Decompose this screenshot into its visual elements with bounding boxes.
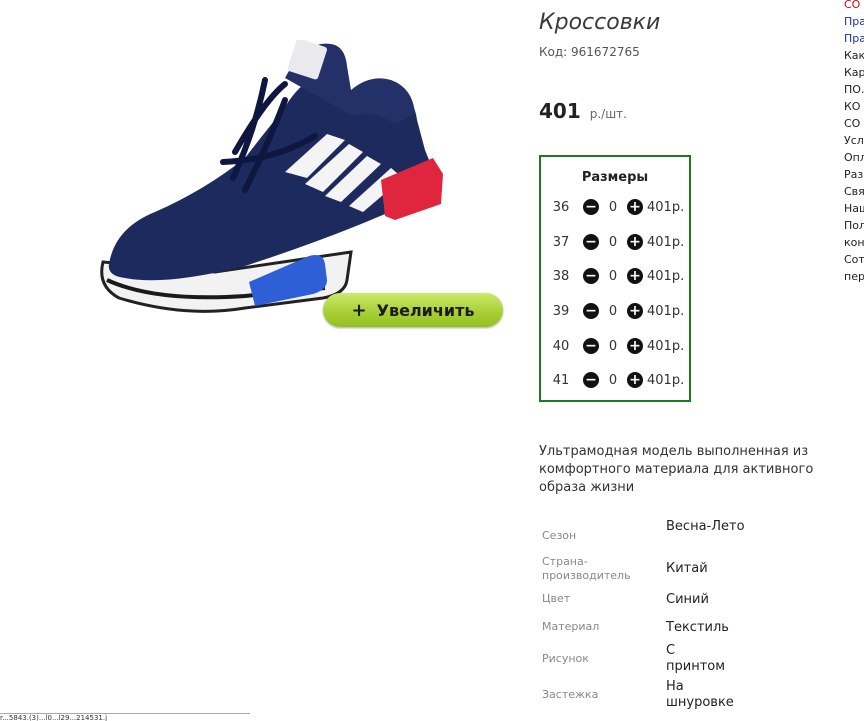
size-quantity: 0: [608, 199, 618, 215]
side-menu-item[interactable]: Пол: [844, 217, 864, 234]
product-title: Кроссовки: [539, 10, 661, 35]
side-menu-item[interactable]: КО: [844, 98, 864, 115]
attribute-value: На шнуровке: [666, 679, 734, 710]
price-unit: р./шт.: [589, 107, 627, 121]
attribute-value: Весна-Лето: [666, 519, 745, 534]
side-menu-item[interactable]: СО: [844, 0, 864, 13]
minus-icon[interactable]: −: [583, 234, 599, 250]
side-menu-item[interactable]: Усл: [844, 132, 864, 149]
size-number: 40: [552, 338, 570, 354]
minus-icon[interactable]: −: [583, 338, 599, 354]
attribute-value: С принтом: [666, 643, 726, 674]
size-row: 41 − 0 + 401р.: [549, 370, 684, 390]
attribute-value: Китай: [666, 561, 708, 576]
side-menu-item[interactable]: кон: [844, 234, 864, 251]
plus-icon[interactable]: +: [627, 268, 643, 284]
size-price: 401р.: [647, 303, 685, 319]
size-price: 401р.: [647, 268, 685, 284]
size-row: 38 − 0 + 401р.: [549, 266, 684, 286]
size-quantity: 0: [608, 338, 618, 354]
product-code: Код: 961672765: [539, 45, 640, 59]
product-price: 401 р./шт.: [539, 99, 627, 123]
side-menu-item[interactable]: Свя: [844, 183, 864, 200]
sizes-box: Размеры 36 − 0 + 401р. 37 − 0 + 401р. 38…: [539, 155, 691, 402]
size-number: 39: [552, 303, 570, 319]
size-price: 401р.: [647, 372, 685, 388]
size-row: 39 − 0 + 401р.: [549, 301, 684, 321]
side-menu: СО Пра Пра Как Кар ПО. КО СО Усл Опл Раз…: [844, 0, 864, 285]
size-number: 38: [552, 268, 570, 284]
plus-icon[interactable]: +: [627, 199, 643, 215]
plus-icon: +: [351, 299, 367, 321]
plus-icon[interactable]: +: [627, 338, 643, 354]
size-price: 401р.: [647, 199, 685, 215]
side-menu-item[interactable]: СО: [844, 115, 864, 132]
product-image[interactable]: [95, 40, 455, 330]
minus-icon[interactable]: −: [583, 372, 599, 388]
size-row: 40 − 0 + 401р.: [549, 336, 684, 356]
attribute-label: Застежка: [542, 688, 599, 701]
attribute-value: Синий: [666, 592, 709, 607]
size-row: 36 − 0 + 401р.: [549, 197, 684, 217]
minus-icon[interactable]: −: [583, 268, 599, 284]
size-quantity: 0: [608, 303, 618, 319]
size-number: 36: [552, 199, 570, 215]
attribute-label: Сезон: [542, 529, 577, 542]
product-description: Ультрамодная модель выполненная из комфо…: [539, 444, 814, 495]
attribute-label: Рисунок: [542, 652, 589, 665]
side-menu-item[interactable]: Опл: [844, 149, 864, 166]
attribute-label: Цвет: [542, 592, 571, 605]
size-quantity: 0: [608, 268, 618, 284]
size-price: 401р.: [647, 234, 685, 250]
side-menu-item[interactable]: ПО.: [844, 81, 864, 98]
plus-icon[interactable]: +: [627, 234, 643, 250]
minus-icon[interactable]: −: [583, 199, 599, 215]
zoom-button-label: Увеличить: [376, 300, 475, 320]
size-price: 401р.: [647, 338, 685, 354]
side-menu-item[interactable]: Пра: [844, 13, 864, 30]
plus-icon[interactable]: +: [627, 372, 643, 388]
side-menu-item[interactable]: Раз: [844, 166, 864, 183]
size-row: 37 − 0 + 401р.: [549, 232, 684, 252]
side-menu-item[interactable]: пер: [844, 268, 864, 285]
side-menu-item[interactable]: Кар: [844, 64, 864, 81]
plus-icon[interactable]: +: [627, 303, 643, 319]
size-quantity: 0: [608, 234, 618, 250]
attribute-label: Материал: [542, 620, 600, 633]
minus-icon[interactable]: −: [583, 303, 599, 319]
size-number: 41: [552, 372, 570, 388]
size-quantity: 0: [608, 372, 618, 388]
zoom-button[interactable]: + Увеличить: [323, 293, 503, 327]
side-menu-item[interactable]: Наш: [844, 200, 864, 217]
price-value: 401: [539, 99, 581, 123]
attribute-label: Страна-производитель: [542, 555, 631, 582]
side-menu-item[interactable]: Сот: [844, 251, 864, 268]
side-menu-item[interactable]: Пра: [844, 30, 864, 47]
side-menu-item[interactable]: Как: [844, 47, 864, 64]
attribute-value: Текстиль: [666, 620, 729, 635]
size-number: 37: [552, 234, 570, 250]
sizes-title: Размеры: [581, 170, 649, 185]
